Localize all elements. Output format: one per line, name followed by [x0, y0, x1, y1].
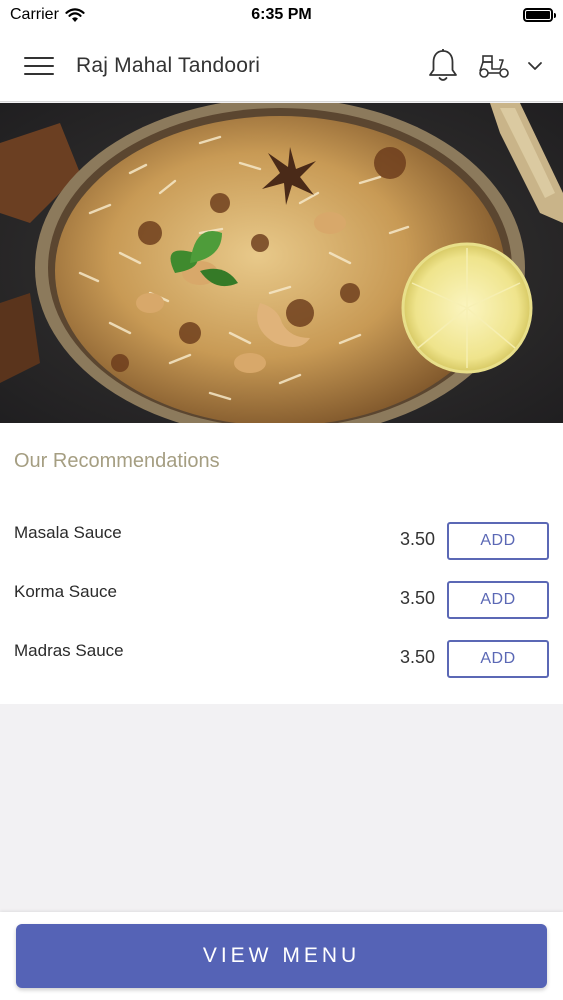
app-header: Raj Mahal Tandoori — [0, 30, 563, 102]
item-name: Korma Sauce — [14, 582, 117, 601]
item-price: 3.50 — [399, 529, 435, 549]
bottom-bar: VIEW MENU — [0, 912, 563, 1000]
wifi-icon — [65, 7, 85, 22]
status-right — [373, 8, 556, 22]
view-menu-button[interactable]: VIEW MENU — [16, 924, 547, 988]
status-time: 6:35 PM — [251, 6, 312, 23]
page-title: Raj Mahal Tandoori — [76, 53, 261, 77]
chevron-down-icon — [528, 61, 542, 70]
biryani-dish-image — [0, 103, 563, 423]
status-left: Carrier — [10, 6, 190, 24]
menu-icon[interactable] — [24, 54, 54, 78]
recommendations-title: Our Recommendations — [14, 450, 220, 472]
carrier-label: Carrier — [10, 6, 59, 23]
add-button[interactable]: ADD — [447, 640, 549, 678]
item-price: 3.50 — [399, 647, 435, 667]
battery-fill — [526, 11, 550, 19]
delivery-mode-selector[interactable] — [477, 52, 543, 80]
recommendation-item: Masala Sauce 3.50 ADD — [0, 522, 563, 563]
battery-icon — [523, 8, 556, 22]
add-button[interactable]: ADD — [447, 522, 549, 560]
scooter-icon — [479, 54, 509, 78]
item-price: 3.50 — [399, 588, 435, 608]
recommendation-item: Madras Sauce 3.50 ADD — [0, 640, 563, 681]
item-name: Masala Sauce — [14, 523, 122, 542]
item-name: Madras Sauce — [14, 641, 124, 660]
recommendations-section: Our Recommendations Masala Sauce 3.50 AD… — [0, 423, 563, 704]
add-button[interactable]: ADD — [447, 581, 549, 619]
hero-image — [0, 103, 563, 423]
status-bar: Carrier 6:35 PM — [0, 0, 563, 30]
bell-icon[interactable] — [427, 48, 459, 84]
recommendation-item: Korma Sauce 3.50 ADD — [0, 581, 563, 622]
